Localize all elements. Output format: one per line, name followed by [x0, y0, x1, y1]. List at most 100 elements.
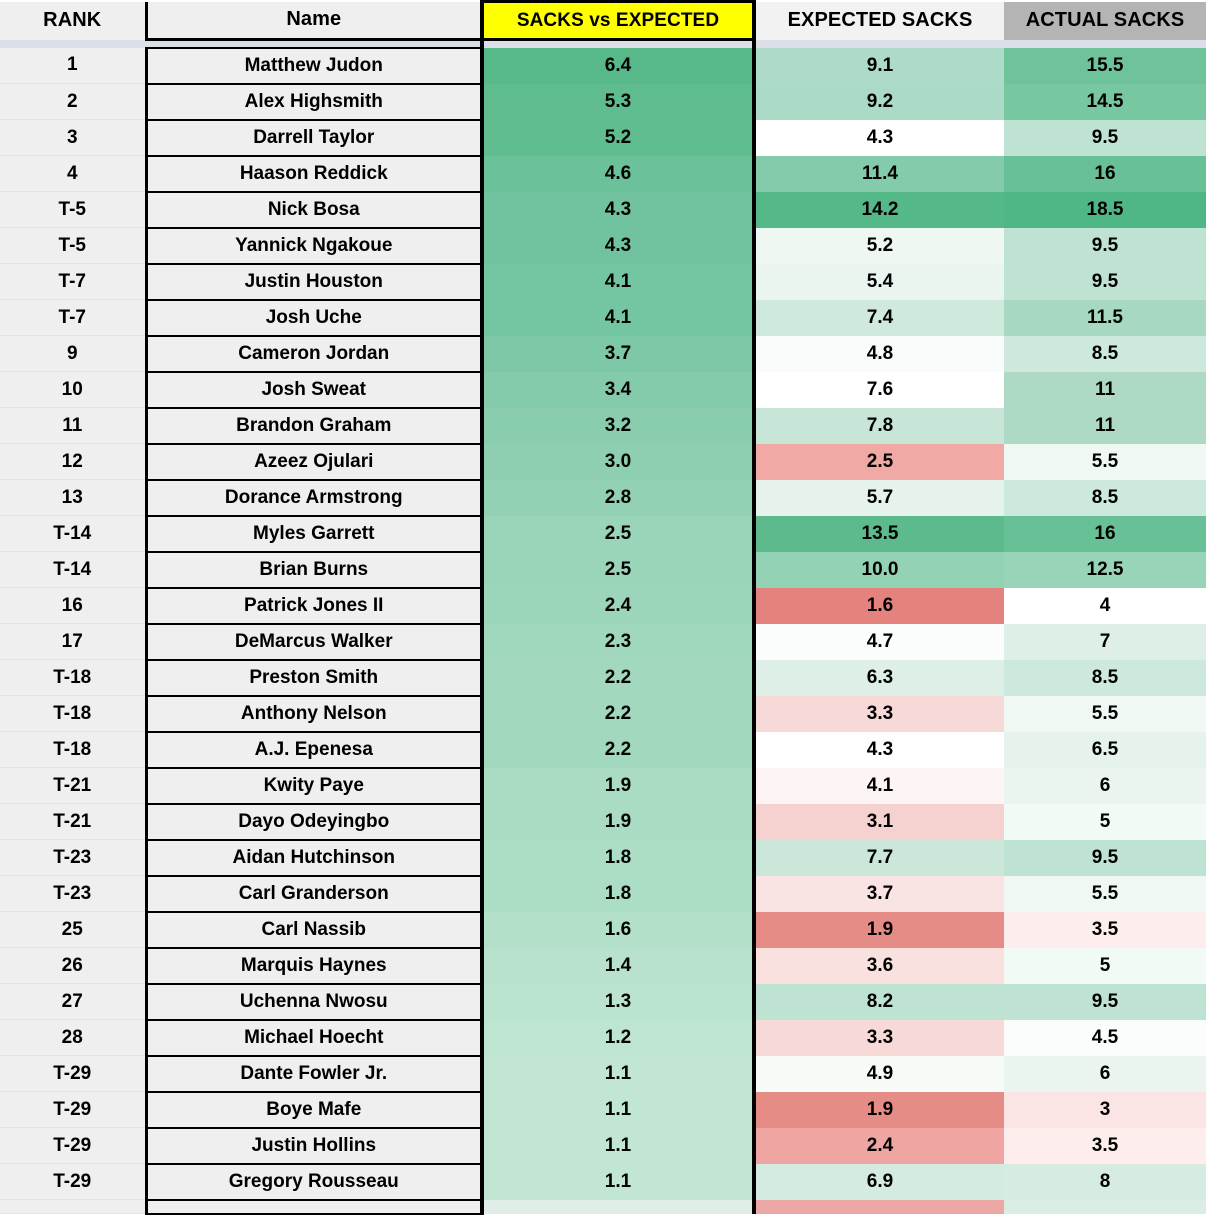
cell-expected-sacks[interactable]: 4.7 [754, 623, 1004, 660]
table-row[interactable]: 12 Azeez Ojulari 3.0 2.5 5.5 [0, 442, 1206, 481]
table-row[interactable]: 17 DeMarcus Walker 2.3 4.7 7 [0, 622, 1206, 661]
cell-actual-sacks[interactable]: 8.5 [1004, 659, 1206, 696]
cell-rank[interactable]: 9 [0, 335, 146, 372]
cell-expected-sacks[interactable]: 13.5 [754, 515, 1004, 552]
cell-rank[interactable]: 12 [0, 443, 146, 480]
cell-expected-sacks[interactable]: 3.7 [754, 875, 1004, 912]
cell-actual-sacks[interactable]: 6.5 [1004, 731, 1206, 768]
cell-player-name[interactable]: Gregory Rousseau [144, 1162, 484, 1201]
cell-player-name[interactable]: Dorance Armstrong [144, 478, 484, 517]
table-row[interactable]: 28 Michael Hoecht 1.2 3.3 4.5 [0, 1018, 1206, 1057]
column-header-expected-sacks[interactable]: EXPECTED SACKS [754, 1, 1004, 40]
cell-expected-sacks[interactable] [754, 1199, 1004, 1214]
cell-expected-sacks[interactable]: 4.8 [754, 335, 1004, 372]
table-row[interactable]: 4 Haason Reddick 4.6 11.4 16 [0, 154, 1206, 193]
cell-sacks-vs-expected[interactable]: 1.8 [480, 875, 756, 912]
cell-expected-sacks[interactable]: 6.3 [754, 659, 1004, 696]
cell-player-name[interactable]: Haason Reddick [144, 154, 484, 193]
cell-expected-sacks[interactable]: 5.2 [754, 227, 1004, 264]
cell-actual-sacks[interactable]: 5 [1004, 947, 1206, 984]
cell-expected-sacks[interactable]: 11.4 [754, 155, 1004, 192]
cell-rank[interactable]: T-21 [0, 803, 146, 840]
cell-expected-sacks[interactable]: 5.4 [754, 263, 1004, 300]
cell-player-name[interactable]: A.J. Epenesa [144, 730, 484, 769]
cell-player-name[interactable]: Darrell Taylor [144, 118, 484, 157]
cell-expected-sacks[interactable]: 1.9 [754, 911, 1004, 948]
cell-sacks-vs-expected[interactable]: 1.1 [480, 1091, 756, 1128]
cell-expected-sacks[interactable]: 8.2 [754, 983, 1004, 1020]
cell-rank[interactable]: T-29 [0, 1163, 146, 1200]
cell-sacks-vs-expected[interactable]: 4.3 [480, 191, 756, 228]
cell-player-name[interactable] [144, 1198, 484, 1215]
cell-expected-sacks[interactable]: 4.3 [754, 119, 1004, 156]
table-row[interactable]: 16 Patrick Jones II 2.4 1.6 4 [0, 586, 1206, 625]
cell-player-name[interactable]: Uchenna Nwosu [144, 982, 484, 1021]
table-row[interactable]: T-18 Anthony Nelson 2.2 3.3 5.5 [0, 694, 1206, 733]
table-row[interactable]: 26 Marquis Haynes 1.4 3.6 5 [0, 946, 1206, 985]
cell-rank[interactable]: T-18 [0, 659, 146, 696]
cell-sacks-vs-expected[interactable]: 1.6 [480, 911, 756, 948]
table-row[interactable]: T-7 Josh Uche 4.1 7.4 11.5 [0, 298, 1206, 337]
cell-player-name[interactable]: Dayo Odeyingbo [144, 802, 484, 841]
table-row[interactable]: 27 Uchenna Nwosu 1.3 8.2 9.5 [0, 982, 1206, 1021]
cell-actual-sacks[interactable] [1004, 1199, 1206, 1214]
cell-player-name[interactable]: Anthony Nelson [144, 694, 484, 733]
cell-expected-sacks[interactable]: 7.7 [754, 839, 1004, 876]
cell-expected-sacks[interactable]: 7.6 [754, 372, 1004, 408]
cell-sacks-vs-expected[interactable]: 4.1 [480, 299, 756, 336]
cell-expected-sacks[interactable]: 7.8 [754, 407, 1004, 444]
cell-player-name[interactable]: Azeez Ojulari [144, 442, 484, 481]
cell-player-name[interactable]: Dante Fowler Jr. [144, 1054, 484, 1093]
table-row[interactable]: T-29 Boye Mafe 1.1 1.9 3 [0, 1090, 1206, 1129]
cell-player-name[interactable]: Justin Houston [144, 262, 484, 301]
cell-actual-sacks[interactable]: 6 [1004, 1055, 1206, 1092]
cell-sacks-vs-expected[interactable]: 2.5 [480, 515, 756, 552]
cell-rank[interactable]: 11 [0, 407, 146, 444]
cell-player-name[interactable]: Josh Sweat [144, 370, 484, 409]
cell-expected-sacks[interactable]: 9.1 [754, 47, 1004, 84]
table-row-partial[interactable] [0, 1198, 1206, 1215]
cell-sacks-vs-expected[interactable]: 1.1 [480, 1163, 756, 1200]
table-row[interactable]: T-21 Dayo Odeyingbo 1.9 3.1 5 [0, 802, 1206, 841]
cell-rank[interactable]: T-5 [0, 227, 146, 264]
table-row[interactable]: 13 Dorance Armstrong 2.8 5.7 8.5 [0, 478, 1206, 517]
cell-player-name[interactable]: Carl Nassib [144, 910, 484, 949]
table-row[interactable]: 3 Darrell Taylor 5.2 4.3 9.5 [0, 118, 1206, 157]
cell-actual-sacks[interactable]: 6 [1004, 767, 1206, 804]
cell-actual-sacks[interactable]: 18.5 [1004, 191, 1206, 228]
cell-rank[interactable]: T-7 [0, 263, 146, 300]
cell-sacks-vs-expected[interactable]: 6.4 [480, 47, 756, 84]
cell-actual-sacks[interactable]: 14.5 [1004, 83, 1206, 120]
cell-rank[interactable]: 3 [0, 119, 146, 156]
cell-actual-sacks[interactable]: 5 [1004, 803, 1206, 840]
cell-sacks-vs-expected[interactable]: 4.3 [480, 227, 756, 264]
table-row[interactable]: T-5 Yannick Ngakoue 4.3 5.2 9.5 [0, 226, 1206, 265]
cell-expected-sacks[interactable]: 4.3 [754, 731, 1004, 768]
cell-rank[interactable]: T-18 [0, 695, 146, 732]
cell-actual-sacks[interactable]: 11 [1004, 407, 1206, 444]
cell-actual-sacks[interactable]: 3 [1004, 1091, 1206, 1128]
cell-player-name[interactable]: Matthew Judon [144, 46, 484, 85]
cell-expected-sacks[interactable]: 6.9 [754, 1163, 1004, 1200]
cell-actual-sacks[interactable]: 5.5 [1004, 875, 1206, 912]
cell-rank[interactable]: 4 [0, 155, 146, 192]
cell-actual-sacks[interactable]: 8.5 [1004, 335, 1206, 372]
table-row[interactable]: 2 Alex Highsmith 5.3 9.2 14.5 [0, 82, 1206, 121]
cell-player-name[interactable]: Carl Granderson [144, 874, 484, 913]
cell-rank[interactable]: T-23 [0, 875, 146, 912]
cell-rank[interactable]: 10 [0, 371, 146, 408]
cell-expected-sacks[interactable]: 3.3 [754, 695, 1004, 732]
table-row[interactable]: 25 Carl Nassib 1.6 1.9 3.5 [0, 910, 1206, 949]
cell-expected-sacks[interactable]: 2.4 [754, 1127, 1004, 1164]
table-row[interactable]: T-18 A.J. Epenesa 2.2 4.3 6.5 [0, 730, 1206, 769]
cell-sacks-vs-expected[interactable]: 1.9 [480, 767, 756, 804]
cell-player-name[interactable]: Michael Hoecht [144, 1018, 484, 1057]
cell-rank[interactable]: 27 [0, 983, 146, 1020]
cell-sacks-vs-expected[interactable]: 3.7 [480, 335, 756, 372]
cell-rank[interactable]: 13 [0, 479, 146, 516]
cell-player-name[interactable]: Preston Smith [144, 658, 484, 697]
cell-rank[interactable]: 17 [0, 623, 146, 660]
cell-rank[interactable] [0, 1199, 146, 1214]
table-row[interactable]: T-29 Gregory Rousseau 1.1 6.9 8 [0, 1162, 1206, 1201]
cell-sacks-vs-expected[interactable]: 2.5 [480, 551, 756, 588]
